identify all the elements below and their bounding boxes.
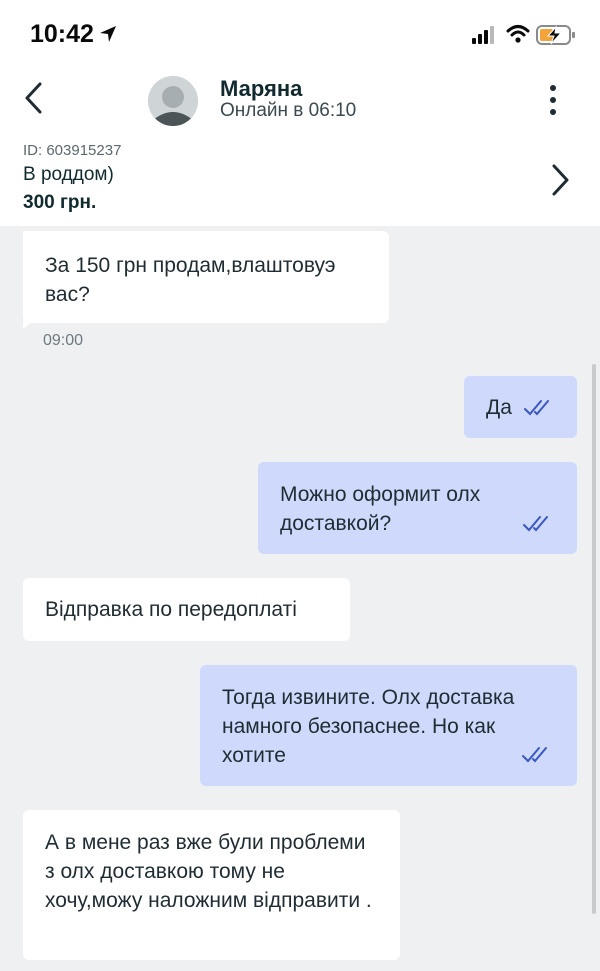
back-arrow-icon[interactable] bbox=[20, 80, 50, 116]
contact-avatar[interactable] bbox=[148, 76, 198, 126]
battery-charging-icon bbox=[536, 25, 575, 45]
read-ticks-icon bbox=[522, 747, 547, 763]
message-incoming[interactable]: А в мене раз вже були проблеми з олх дос… bbox=[23, 810, 400, 960]
message-outgoing[interactable]: Можно оформит олх доставкой? bbox=[258, 462, 577, 554]
message-text: Відправка по передоплаті bbox=[45, 598, 297, 621]
ad-price: 300 грн. bbox=[23, 192, 97, 213]
message-outgoing[interactable]: Да bbox=[464, 376, 577, 438]
presence-status: Онлайн в 06:10 bbox=[220, 100, 357, 121]
message-time: 09:00 bbox=[43, 332, 84, 349]
message-text: А в мене раз вже були проблеми з олх дос… bbox=[45, 831, 372, 912]
message-incoming[interactable]: За 150 грн продам,влаштовуэ вас? bbox=[23, 231, 389, 329]
contact-name[interactable]: Маряна bbox=[220, 76, 302, 102]
message-text: Тогда извините. Олх доставка намного без… bbox=[222, 686, 515, 767]
message-text: Можно оформит олх доставкой? bbox=[280, 483, 481, 535]
message-incoming[interactable]: Відправка по передоплаті bbox=[23, 578, 350, 641]
chevron-right-icon[interactable] bbox=[546, 162, 574, 198]
more-options-icon[interactable] bbox=[540, 82, 566, 118]
scrollbar[interactable] bbox=[592, 364, 596, 914]
read-ticks-icon bbox=[523, 516, 548, 532]
location-arrow-icon bbox=[100, 26, 116, 42]
default-user-icon bbox=[148, 76, 198, 126]
message-text: За 150 грн продам,влаштовуэ вас? bbox=[45, 254, 336, 306]
status-time: 10:42 bbox=[30, 20, 94, 48]
read-ticks-icon bbox=[524, 400, 549, 416]
status-bar: 10:42 bbox=[0, 0, 600, 70]
message-outgoing[interactable]: Тогда извините. Олх доставка намного без… bbox=[200, 665, 577, 786]
signal-icon bbox=[472, 26, 494, 44]
wifi-icon bbox=[506, 25, 530, 43]
ad-id: ID: 603915237 bbox=[23, 142, 122, 159]
message-text: Да bbox=[486, 396, 512, 419]
ad-title[interactable]: В роддом) bbox=[23, 164, 114, 186]
